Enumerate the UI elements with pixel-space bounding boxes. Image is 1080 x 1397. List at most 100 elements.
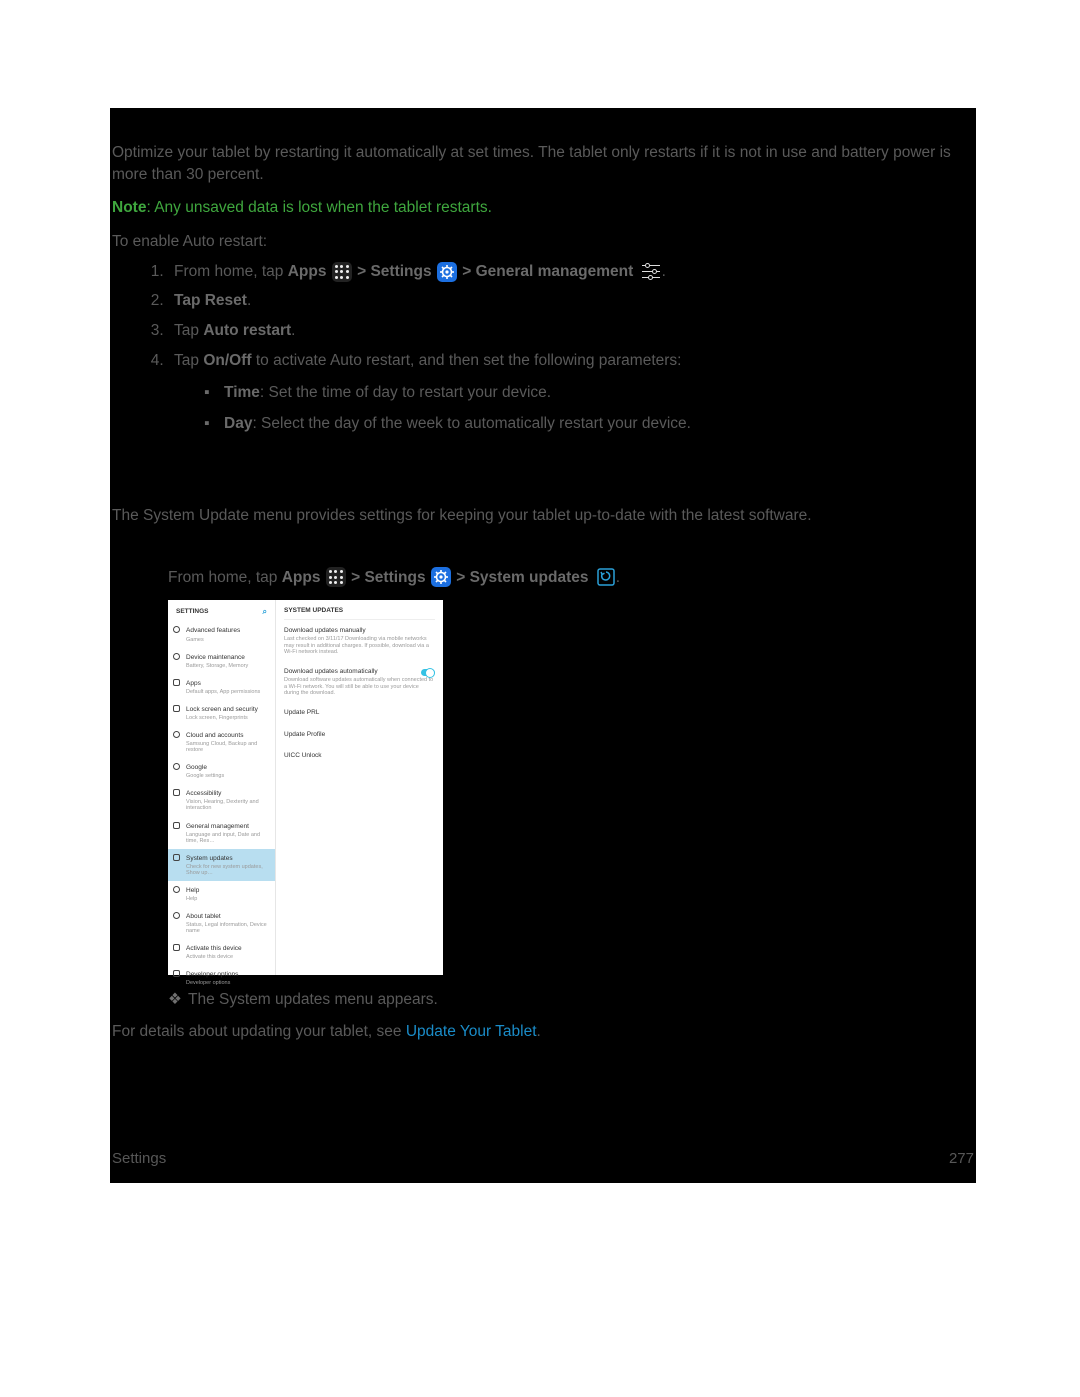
mock-sidebar-item[interactable]: AccessibilityVision, Hearing, Dexterity … [168,784,275,816]
mock-row-title: Update PRL [284,708,435,717]
details-post: . [537,1023,541,1040]
mock-sidebar-item[interactable]: Developer optionsDeveloper options [168,965,275,991]
tablet-screenshot-mock: SETTINGS ⌕ Advanced features Games Device … [168,600,443,975]
time-text: : Set the time of day to restart your de… [260,384,551,401]
enable-auto-restart-line: To enable Auto restart: [112,231,974,253]
mock-item-title: Device maintenance [186,653,269,662]
apps-label: Apps [282,569,321,586]
system-updates-label: System updates [470,569,589,586]
step4-bullets: Time: Set the time of day to restart you… [208,382,974,435]
mock-item-title: Activate this device [186,944,269,953]
mock-item-subtitle: Battery, Storage, Memory [186,663,269,669]
search-icon[interactable]: ⌕ [263,606,267,617]
day-text: : Select the day of the week to automati… [252,415,691,432]
onoff-bold: On/Off [203,352,251,369]
mock-item-title: General management [186,822,269,831]
mock-row-title: Download updates manually [284,626,435,635]
period: . [291,322,295,339]
bullet-time: Time: Set the time of day to restart you… [208,382,974,404]
mock-item-icon [173,653,180,660]
mock-item-icon [173,626,180,633]
settings-gear-icon [437,262,457,282]
mock-item-subtitle: Status, Legal information, Device name [186,922,269,934]
mock-item-icon [173,705,180,712]
mock-sidebar-item[interactable]: HelpHelp [168,881,275,907]
step-1: From home, tap Apps > Settings > General… [168,261,974,283]
sep: > [357,263,370,280]
mock-item-subtitle: Default apps, App permissions [186,689,269,695]
period: . [247,292,251,309]
mock-sidebar-item[interactable]: AppsDefault apps, App permissions [168,674,275,700]
mock-sidebar-item[interactable]: Advanced features Games [168,621,275,647]
mock-settings-title: SETTINGS [176,607,209,616]
apps-icon [326,567,346,587]
mock-sidebar-item[interactable]: Lock screen and securityLock screen, Fin… [168,700,275,726]
mock-item-title: Advanced features [186,626,269,635]
mock-sidebar-header: SETTINGS ⌕ [168,600,275,621]
footer-page-number: 277 [949,1150,974,1167]
mock-item-icon [173,886,180,893]
result-line: The System updates menu appears. [168,989,974,1011]
mock-sidebar-item[interactable]: System updatesCheck for new system updat… [168,849,275,881]
mock-item-subtitle: Help [186,896,269,902]
mock-item-title: Apps [186,679,269,688]
mock-item-icon [173,944,180,951]
step-4: Tap On/Off to activate Auto restart, and… [168,350,974,435]
system-update-step: From home, tap Apps > Settings > System … [168,567,974,589]
mock-main-row[interactable]: Download updates automaticallyDownload s… [284,661,435,702]
mock-sidebar-item[interactable]: General managementLanguage and input, Da… [168,817,275,849]
mock-item-title: Help [186,886,269,895]
mock-sidebar-item[interactable]: Activate this deviceActivate this device [168,939,275,965]
mock-item-subtitle: Check for new system updates, Show up… [186,864,269,876]
mock-item-icon [173,731,180,738]
mock-item-subtitle: Samsung Cloud, Backup and restore [186,741,269,753]
day-label: Day [224,415,252,432]
mock-main-row[interactable]: Update PRL [284,702,435,723]
mock-item-subtitle: Activate this device [186,954,269,960]
update-your-tablet-link[interactable]: Update Your Tablet [406,1023,537,1040]
step-3: Tap Auto restart. [168,320,974,342]
sep: > [351,569,364,586]
mock-row-title: Update Profile [284,730,435,739]
mock-item-icon [173,970,180,977]
mock-item-title: Lock screen and security [186,705,269,714]
auto-restart-bold: Auto restart [203,322,291,339]
page-footer: Settings 277 [112,1150,974,1167]
settings-gear-icon [431,567,451,587]
note-text: : Any unsaved data is lost when the tabl… [146,199,492,216]
bullet-day: Day: Select the day of the week to autom… [208,413,974,435]
mock-item-title: Google [186,763,269,772]
step-text: From home, tap [174,263,288,280]
time-label: Time [224,384,260,401]
mock-sidebar-item[interactable]: Cloud and accountsSamsung Cloud, Backup … [168,726,275,758]
mock-item-title: Developer options [186,970,269,979]
mock-sidebar-item[interactable]: Device maintenanceBattery, Storage, Memo… [168,648,275,674]
mock-item-icon [173,854,180,861]
auto-restart-intro-text: Optimize your tablet by restarting it au… [112,142,974,185]
mock-row-title: UICC Unlock [284,751,435,760]
toggle-switch-icon[interactable] [421,669,435,676]
mock-item-title: Accessibility [186,789,269,798]
auto-restart-note: Note: Any unsaved data is lost when the … [112,197,974,219]
mock-item-icon [173,679,180,686]
mock-sidebar-item[interactable]: GoogleGoogle settings [168,758,275,784]
mock-item-subtitle: Games [186,637,269,643]
mock-row-title: Download updates automatically [284,667,435,676]
tap-reset-bold: Tap Reset [174,292,247,309]
mock-sidebar-item[interactable]: About tabletStatus, Legal information, D… [168,907,275,939]
mock-row-subtitle: Download software updates automatically … [284,677,435,696]
mock-main-row[interactable]: Update Profile [284,724,435,745]
mock-item-title: System updates [186,854,269,863]
mock-main-row[interactable]: UICC Unlock [284,745,435,766]
note-label: Note [112,199,146,216]
mock-main-header: SYSTEM UPDATES [284,600,435,620]
mock-main-row[interactable]: Download updates manuallyLast checked on… [284,620,435,661]
footer-section-name: Settings [112,1150,166,1167]
mock-item-subtitle: Lock screen, Fingerprints [186,715,269,721]
details-pre: For details about updating your tablet, … [112,1023,406,1040]
sep: > [456,569,469,586]
step-text: From home, tap [168,569,282,586]
mock-item-title: About tablet [186,912,269,921]
general-management-sliders-icon [640,263,662,281]
details-line: For details about updating your tablet, … [112,1021,974,1043]
